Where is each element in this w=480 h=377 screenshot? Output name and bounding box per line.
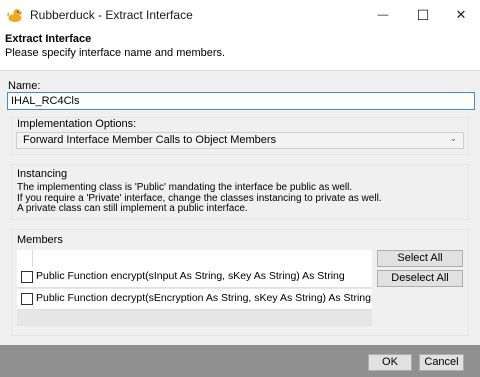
dialog-instructions: Please specify interface name and member… (5, 47, 226, 59)
member-row[interactable]: Public Function encrypt(sInput As String… (17, 267, 372, 288)
window-title: Rubberduck - Extract Interface (30, 8, 193, 22)
implementation-options-dropdown[interactable]: Forward Interface Member Calls to Object… (16, 132, 464, 149)
close-icon: ✕ (455, 7, 467, 22)
minimize-icon: — (377, 9, 389, 21)
interface-name-input[interactable] (7, 92, 475, 110)
member-row[interactable]: Public Function decrypt(sEncryption As S… (17, 289, 372, 310)
implementation-options-value: Forward Interface Member Calls to Object… (23, 134, 277, 146)
members-list-header (17, 250, 372, 268)
maximize-button[interactable]: ☐ (404, 0, 442, 30)
member-signature: Public Function encrypt(sInput As String… (36, 270, 345, 282)
cancel-button[interactable]: Cancel (419, 354, 464, 371)
select-all-button[interactable]: Select All (377, 250, 463, 267)
member-signature: Public Function decrypt(sEncryption As S… (36, 292, 371, 304)
rubberduck-logo-icon (7, 7, 23, 23)
chevron-down-icon: ⌄ (449, 133, 457, 143)
dialog-heading: Extract Interface (5, 33, 92, 45)
ok-button[interactable]: OK (368, 354, 412, 371)
member-checkbox[interactable] (21, 293, 33, 305)
members-list-header-cell (17, 250, 33, 267)
instancing-line: The implementing class is 'Public' manda… (17, 182, 353, 193)
instancing-description: The implementing class is 'Public' manda… (17, 182, 382, 215)
members-label: Members (17, 234, 63, 246)
member-checkbox[interactable] (21, 271, 33, 283)
maximize-icon: ☐ (416, 6, 430, 23)
name-label: Name: (8, 80, 41, 92)
instancing-label: Instancing (17, 168, 68, 180)
implementation-options-label: Implementation Options: (17, 118, 137, 130)
deselect-all-button[interactable]: Deselect All (377, 270, 463, 287)
minimize-button[interactable]: — (364, 0, 402, 30)
instancing-line: A private class can still implement a pu… (17, 203, 248, 214)
close-button[interactable]: ✕ (442, 0, 480, 30)
